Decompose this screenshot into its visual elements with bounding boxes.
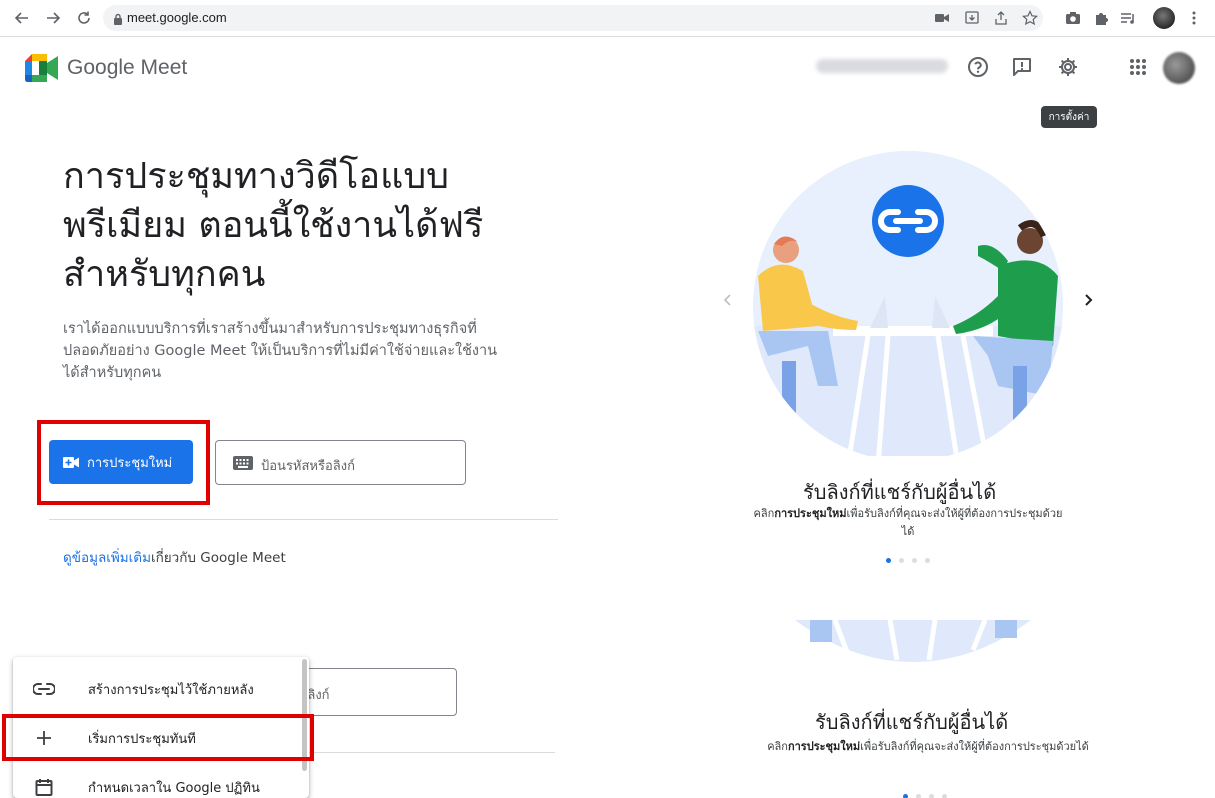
- reload-icon[interactable]: [74, 8, 94, 28]
- hero-title: การประชุมทางวิดีโอแบบพรีเมียม ตอนนี้ใช้ง…: [63, 156, 484, 295]
- menu-item-label: สร้างการประชุมไว้ใช้ภายหลัง: [88, 682, 254, 698]
- apps-grid-icon[interactable]: [1126, 55, 1150, 79]
- meeting-code-input[interactable]: ป้อนรหัสหรือลิงก์: [215, 440, 466, 485]
- google-meet-logo-icon[interactable]: [25, 54, 59, 86]
- settings-tooltip: การตั้งค่า: [1041, 106, 1097, 128]
- date-time-blurred: [816, 59, 948, 73]
- carousel-dot-3b[interactable]: [929, 794, 934, 798]
- slide-description: คลิกการประชุมใหม่เพื่อรับลิงก์ที่คุณจะส่…: [753, 507, 1063, 538]
- divider: [49, 519, 558, 520]
- help-icon[interactable]: [966, 55, 990, 79]
- share-icon[interactable]: [992, 9, 1010, 27]
- slide-title: รับลิงก์ที่แชร์กับผู้อื่นได้: [803, 480, 997, 504]
- illustration-video-call: [748, 146, 1068, 461]
- carousel-dot-2b[interactable]: [916, 794, 921, 798]
- carousel-dot-3[interactable]: [912, 558, 917, 563]
- profile-avatar[interactable]: [1153, 7, 1175, 29]
- calendar-icon: [33, 776, 55, 798]
- arrow-right-icon[interactable]: [43, 8, 63, 28]
- code-input-placeholder: ป้อนรหัสหรือลิงก์: [261, 459, 355, 474]
- gear-icon[interactable]: [1056, 55, 1080, 79]
- camera-extension-icon[interactable]: [1064, 9, 1082, 27]
- menu-item-label: กำหนดเวลาใน Google ปฏิทิน: [88, 780, 260, 796]
- feedback-icon[interactable]: [1010, 55, 1034, 79]
- learn-more-line: ดูข้อมูลเพิ่มเติมเกี่ยวกับ Google Meet: [63, 546, 286, 568]
- chevron-right-icon[interactable]: [1082, 292, 1094, 311]
- arrow-left-icon[interactable]: [12, 8, 32, 28]
- carousel-dot-4b[interactable]: [942, 794, 947, 798]
- install-app-icon[interactable]: [963, 9, 981, 27]
- puzzle-extensions-icon[interactable]: [1092, 9, 1110, 27]
- chevron-left-icon[interactable]: [722, 292, 734, 311]
- more-vertical-icon[interactable]: [1185, 9, 1203, 27]
- camera-indicator-icon[interactable]: [933, 9, 951, 27]
- bookmark-star-icon[interactable]: [1021, 9, 1039, 27]
- carousel-dot-1b[interactable]: [903, 794, 908, 798]
- lock-icon[interactable]: [113, 11, 123, 30]
- menu-item-schedule-calendar[interactable]: กำหนดเวลาใน Google ปฏิทิน: [13, 764, 309, 798]
- highlight-start-instant: [2, 714, 314, 761]
- account-avatar[interactable]: [1163, 52, 1195, 84]
- keyboard-icon: [233, 456, 253, 474]
- url-text: meet.google.com: [127, 10, 227, 25]
- slide-title-2: รับลิงก์ที่แชร์กับผู้อื่นได้: [815, 710, 1009, 734]
- slide-description-2: คลิกการประชุมใหม่เพื่อรับลิงก์ที่คุณจะส่…: [767, 740, 1089, 753]
- hero-description: เราได้ออกแบบบริการที่เราสร้างขึ้นมาสำหรั…: [63, 321, 498, 381]
- link-icon: [33, 678, 55, 700]
- learn-more-link[interactable]: ดูข้อมูลเพิ่มเติม: [63, 550, 151, 566]
- page: meet.google.com Google Meet การตั้งค่า ก…: [0, 0, 1215, 798]
- address-bar[interactable]: meet.google.com: [103, 5, 1043, 31]
- carousel-dot-4[interactable]: [925, 558, 930, 563]
- illustration-partial: [795, 619, 1031, 662]
- browser-toolbar: meet.google.com: [0, 0, 1215, 37]
- reading-list-icon[interactable]: [1119, 9, 1137, 27]
- menu-item-create-later[interactable]: สร้างการประชุมไว้ใช้ภายหลัง: [13, 666, 309, 712]
- brand-name[interactable]: Google Meet: [67, 56, 187, 80]
- carousel-dot-1[interactable]: [886, 558, 891, 563]
- carousel-dot-2[interactable]: [899, 558, 904, 563]
- highlight-new-meeting: [37, 420, 210, 505]
- learn-more-text: เกี่ยวกับ Google Meet: [150, 550, 286, 566]
